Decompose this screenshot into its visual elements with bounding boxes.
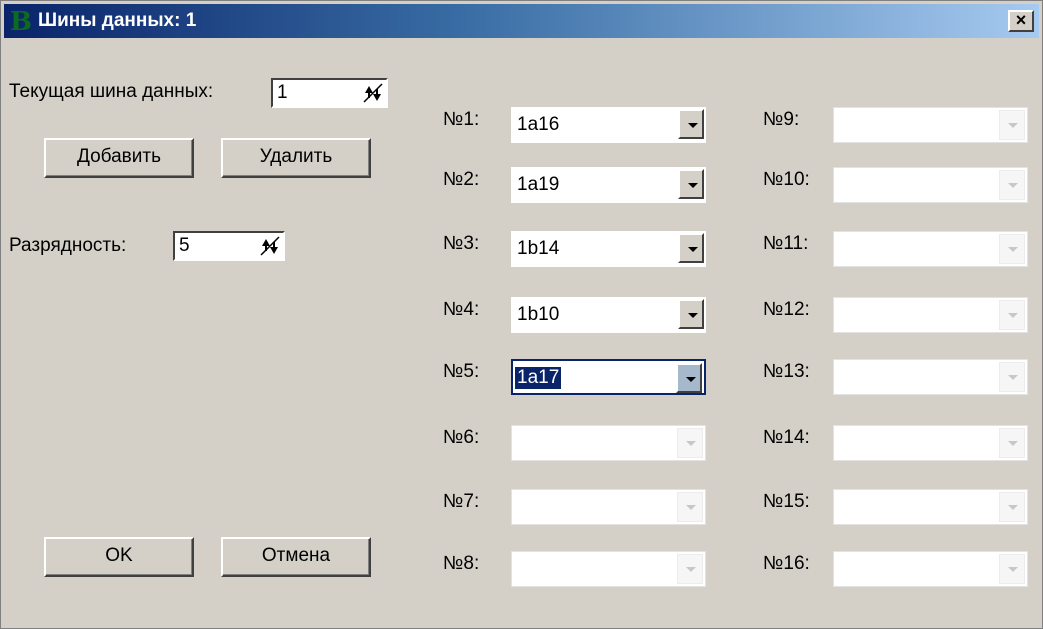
width-spinner[interactable]: 5 [173,231,285,261]
title-bar[interactable]: B Шины данных: 1 × [4,4,1039,38]
ok-button[interactable]: OK [44,537,194,577]
dropdown-arrow-icon[interactable] [678,169,704,199]
channel-1-label: №1: [443,109,480,130]
channel-16-select [833,551,1028,587]
channel-9-select [833,107,1028,143]
channel-12-label: №12: [763,299,810,320]
spin-arrows-icon[interactable] [259,235,281,257]
channel-6-label: №6: [443,427,480,448]
channel-10-select [833,167,1028,203]
channel-10-label: №10: [763,169,810,190]
channel-7-label: №7: [443,491,480,512]
channel-11-label: №11: [763,233,809,254]
window-title: Шины данных: 1 [38,10,197,31]
dropdown-arrow-icon[interactable] [676,363,702,393]
dropdown-arrow-icon[interactable] [678,299,704,329]
channel-14-select [833,425,1028,461]
channel-8-label: №8: [443,553,480,574]
channel-5-value: 1a17 [515,367,562,389]
channel-15-select [833,489,1028,525]
current-bus-label: Текущая шина данных: [9,81,214,102]
channel-5-select[interactable]: 1a17 [511,359,706,395]
channel-13-select [833,359,1028,395]
dropdown-arrow-icon [999,428,1025,458]
width-value[interactable]: 5 [179,235,190,257]
add-button[interactable]: Добавить [44,138,194,178]
channel-9-label: №9: [763,109,800,130]
channel-4-value: 1b10 [517,304,560,325]
dropdown-arrow-icon [999,170,1025,200]
channel-6-select [511,425,706,461]
dropdown-arrow-icon [677,554,703,584]
app-icon: B [10,7,32,37]
data-bus-dialog: B Шины данных: 1 × Текущая шина данных: … [0,0,1043,629]
channel-2-value: 1a19 [517,174,560,195]
channel-4-label: №4: [443,299,480,320]
channel-8-select [511,551,706,587]
dropdown-arrow-icon [677,428,703,458]
channel-2-select[interactable]: 1a19 [511,167,706,203]
current-bus-spinner[interactable]: 1 [271,78,388,108]
channel-7-select [511,489,706,525]
current-bus-value[interactable]: 1 [277,82,288,104]
dropdown-arrow-icon[interactable] [678,233,704,263]
channel-13-label: №13: [763,361,810,382]
dropdown-arrow-icon [999,554,1025,584]
dropdown-arrow-icon [999,234,1025,264]
channel-1-value: 1a16 [517,114,560,135]
channel-3-label: №3: [443,233,480,254]
dropdown-arrow-icon [677,492,703,522]
channel-2-label: №2: [443,169,480,190]
close-button[interactable]: × [1008,10,1034,32]
channel-15-label: №15: [763,491,810,512]
dropdown-arrow-icon [999,110,1025,140]
channel-12-select [833,297,1028,333]
dropdown-arrow-icon [999,492,1025,522]
channel-3-value: 1b14 [517,238,560,259]
channel-11-select [833,231,1028,267]
cancel-button[interactable]: Отмена [221,537,371,577]
dropdown-arrow-icon [999,362,1025,392]
channel-16-label: №16: [763,553,810,574]
width-label: Разрядность: [9,235,127,256]
dropdown-arrow-icon[interactable] [678,109,704,139]
close-icon: × [1015,10,1027,30]
spin-arrows-icon[interactable] [362,82,384,104]
channel-1-select[interactable]: 1a16 [511,107,706,143]
dropdown-arrow-icon [999,300,1025,330]
channel-5-label: №5: [443,361,480,382]
channel-4-select[interactable]: 1b10 [511,297,706,333]
channel-14-label: №14: [763,427,810,448]
channel-3-select[interactable]: 1b14 [511,231,706,267]
delete-button[interactable]: Удалить [221,138,371,178]
